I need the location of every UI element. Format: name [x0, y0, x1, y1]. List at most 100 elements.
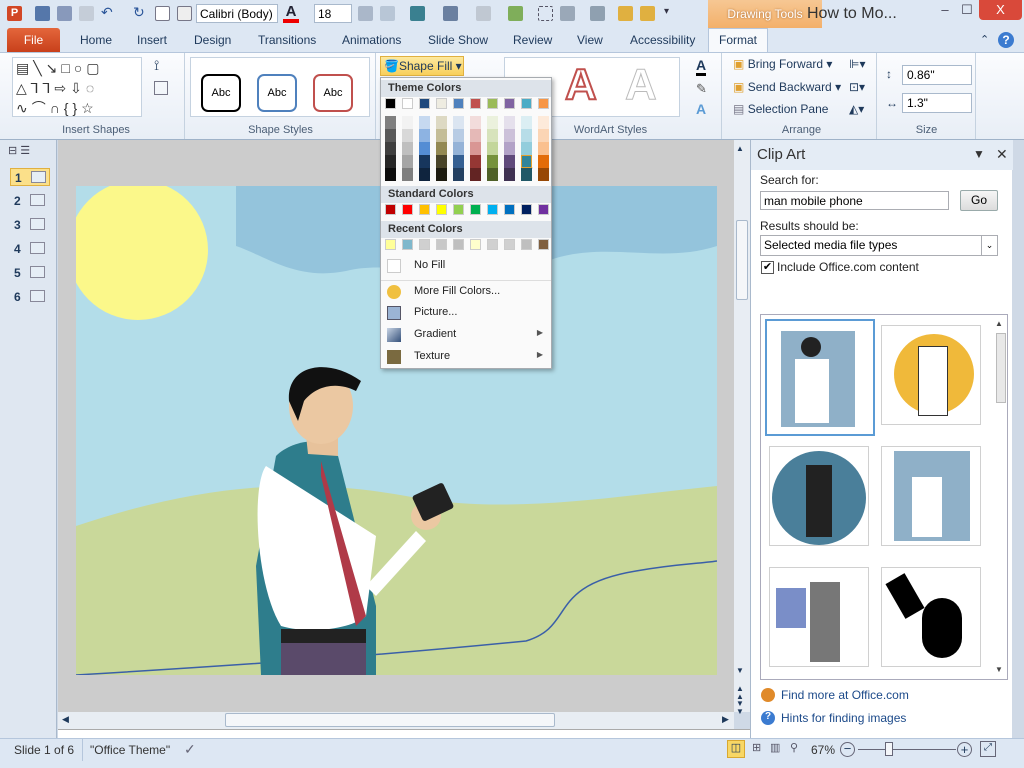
theme-shade-swatch[interactable]: [453, 142, 464, 155]
standard-color-swatch[interactable]: [521, 204, 532, 215]
theme-shade-swatch[interactable]: [402, 142, 413, 155]
find-more-link[interactable]: Find more at Office.com: [781, 688, 909, 702]
theme-color-swatch[interactable]: [470, 98, 481, 109]
recent-color-swatch[interactable]: [487, 239, 498, 250]
undo-icon[interactable]: ↶: [101, 5, 116, 21]
text-box-icon[interactable]: [154, 81, 168, 95]
slide-thumbnail-2[interactable]: 2: [10, 192, 50, 210]
theme-shade-swatch[interactable]: [402, 155, 413, 168]
theme-shade-swatch[interactable]: [385, 129, 396, 142]
theme-shade-swatch[interactable]: [385, 142, 396, 155]
tab-animations[interactable]: Animations: [342, 33, 401, 47]
standard-color-swatch[interactable]: [436, 204, 447, 215]
close-button[interactable]: X: [979, 0, 1022, 20]
recent-color-swatch[interactable]: [453, 239, 464, 250]
recent-color-swatch[interactable]: [402, 239, 413, 250]
clip-result-3[interactable]: [769, 446, 869, 546]
theme-shade-swatch[interactable]: [538, 116, 549, 129]
pane-options-icon[interactable]: ▼: [973, 147, 985, 161]
group-button[interactable]: ⊡▾: [849, 80, 865, 94]
theme-shade-swatch[interactable]: [487, 155, 498, 168]
recent-color-swatch[interactable]: [504, 239, 515, 250]
go-button[interactable]: Go: [960, 190, 998, 211]
theme-shade-swatch[interactable]: [419, 142, 430, 155]
tab-review[interactable]: Review: [513, 33, 552, 47]
edit-shape-icon[interactable]: ⟟: [154, 57, 159, 74]
theme-shade-swatch[interactable]: [402, 168, 413, 181]
zoom-level[interactable]: 67%: [811, 743, 835, 757]
theme-shade-swatch[interactable]: [419, 129, 430, 142]
recent-color-swatch[interactable]: [419, 239, 430, 250]
send-backward-button[interactable]: ▣ Send Backward ▾: [733, 80, 841, 94]
zoom-in-button[interactable]: +: [957, 742, 972, 757]
clip-result-1[interactable]: [765, 319, 875, 436]
slide-thumbnail-1[interactable]: 1: [10, 168, 50, 186]
shape-width-input[interactable]: 1.3": [902, 93, 972, 113]
minimize-button[interactable]: –: [935, 0, 955, 20]
reading-view-icon[interactable]: ▥: [770, 741, 780, 754]
standard-color-swatch[interactable]: [487, 204, 498, 215]
font-name-box[interactable]: Calibri (Body): [196, 4, 278, 23]
theme-shade-swatch[interactable]: [470, 168, 481, 181]
theme-shade-swatch[interactable]: [470, 142, 481, 155]
next-slide-icon[interactable]: ▼ ▼: [736, 700, 744, 716]
tab-design[interactable]: Design: [194, 33, 231, 47]
menu-item-no-fill[interactable]: No Fill: [381, 255, 551, 277]
layout-icon[interactable]: [177, 6, 192, 21]
clip-result-5[interactable]: [769, 567, 869, 667]
horizontal-scrollbar[interactable]: ◀ ▶: [58, 712, 734, 729]
theme-color-swatch[interactable]: [402, 98, 413, 109]
text-fill-icon[interactable]: A: [696, 57, 707, 76]
text-outline-icon[interactable]: ✎: [696, 81, 707, 97]
horizontal-scroll-thumb[interactable]: [225, 713, 555, 727]
recent-color-swatch[interactable]: [385, 239, 396, 250]
theme-shade-swatch[interactable]: [470, 155, 481, 168]
theme-color-swatch[interactable]: [538, 98, 549, 109]
theme-shade-swatch[interactable]: [402, 116, 413, 129]
chevron-down-icon[interactable]: ⌄: [981, 236, 997, 255]
clip-art-search-input[interactable]: [760, 191, 949, 210]
theme-shade-swatch[interactable]: [436, 116, 447, 129]
theme-shade-swatch[interactable]: [419, 168, 430, 181]
menu-item-gradient[interactable]: Gradient ▶: [381, 324, 551, 346]
results-scroll-up-icon[interactable]: ▲: [995, 319, 1003, 328]
outline-view-icon[interactable]: ⊟ ☰: [8, 144, 30, 157]
tab-transitions[interactable]: Transitions: [258, 33, 316, 47]
fit-to-window-icon[interactable]: ⤢: [980, 741, 996, 757]
results-scroll-thumb[interactable]: [996, 333, 1006, 403]
shape-style-blue[interactable]: Abc: [257, 74, 297, 112]
theme-shade-swatch[interactable]: [385, 116, 396, 129]
font-color-icon[interactable]: A: [283, 3, 299, 23]
scroll-right-icon[interactable]: ▶: [722, 714, 729, 725]
hints-link[interactable]: Hints for finding images: [781, 711, 906, 725]
tab-home[interactable]: Home: [80, 33, 112, 47]
theme-shade-swatch[interactable]: [521, 129, 532, 142]
results-scroll-down-icon[interactable]: ▼: [995, 665, 1003, 674]
bring-forward-button[interactable]: ▣ Bring Forward ▾: [733, 57, 832, 71]
shape-fill-button[interactable]: 🪣Shape Fill ▾: [380, 56, 464, 76]
theme-shade-swatch[interactable]: [487, 116, 498, 129]
theme-shade-swatch[interactable]: [504, 116, 515, 129]
theme-shade-swatch[interactable]: [538, 155, 549, 168]
notes-pane[interactable]: [58, 729, 750, 738]
theme-shade-swatch[interactable]: [504, 155, 515, 168]
scroll-up-icon[interactable]: ▲: [736, 144, 744, 153]
shape-fill-icon[interactable]: [410, 6, 425, 21]
save-icon[interactable]: [35, 6, 50, 21]
theme-shade-swatch[interactable]: [419, 155, 430, 168]
zoom-slider-track[interactable]: [858, 749, 956, 750]
theme-shade-swatch[interactable]: [470, 129, 481, 142]
recent-color-swatch[interactable]: [538, 239, 549, 250]
slide-thumbnail-4[interactable]: 4: [10, 240, 50, 258]
wordart-style-red[interactable]: A: [564, 59, 598, 110]
theme-shade-swatch[interactable]: [402, 129, 413, 142]
shapes-icon[interactable]: [380, 6, 395, 21]
zoom-slider-thumb[interactable]: [885, 742, 894, 756]
tab-accessibility[interactable]: Accessibility: [630, 33, 695, 47]
theme-shade-swatch[interactable]: [436, 129, 447, 142]
spell-check-icon[interactable]: ✓: [184, 741, 196, 758]
customize-qa-icon[interactable]: ▾: [664, 6, 679, 21]
theme-shade-swatch[interactable]: [521, 168, 532, 181]
tab-insert[interactable]: Insert: [137, 33, 167, 47]
quick-styles-icon[interactable]: [508, 6, 523, 21]
